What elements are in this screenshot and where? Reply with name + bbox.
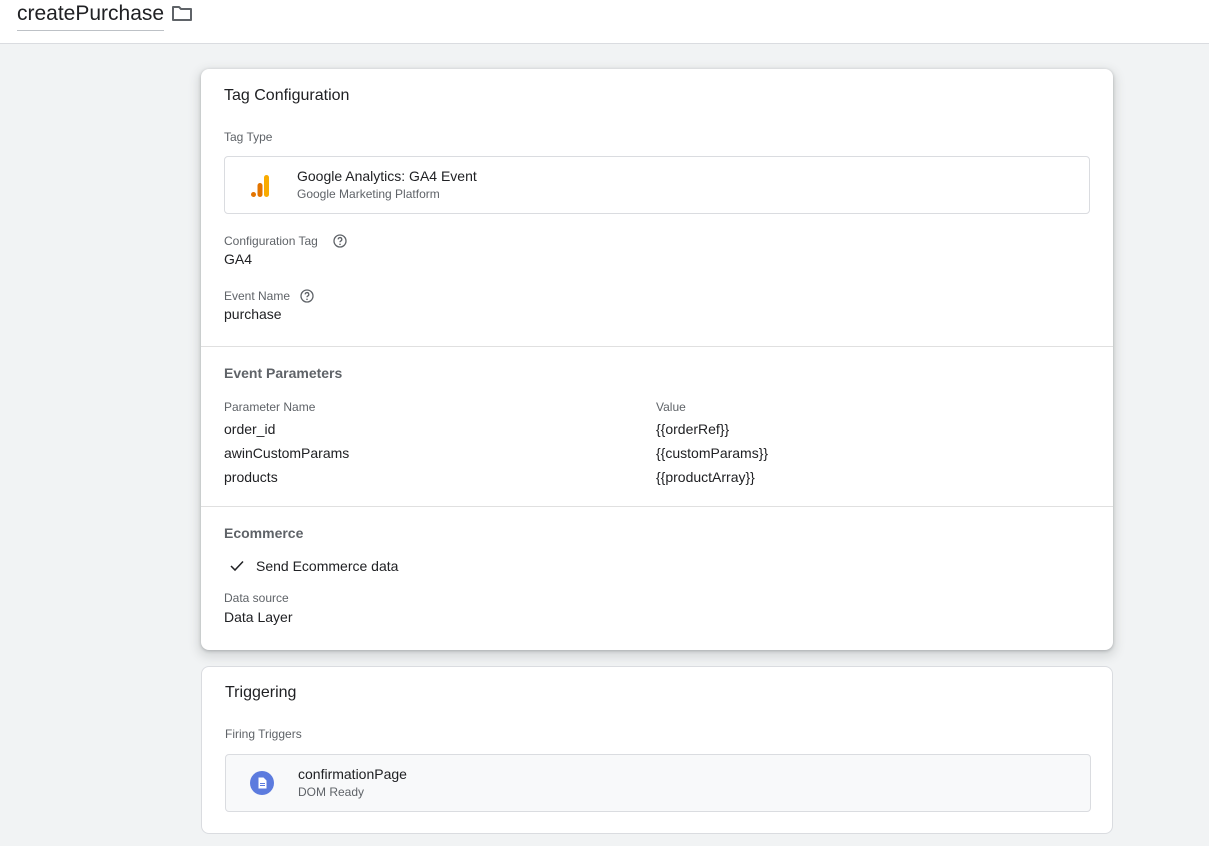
parameter-name: order_id bbox=[224, 421, 276, 437]
page-document-icon bbox=[250, 771, 274, 795]
parameter-name: awinCustomParams bbox=[224, 445, 350, 461]
divider bbox=[201, 346, 1113, 347]
trigger-type: DOM Ready bbox=[298, 785, 365, 799]
top-bar: createPurchase bbox=[0, 0, 1209, 44]
parameter-name: products bbox=[224, 469, 278, 485]
card-title: Tag Configuration bbox=[224, 87, 350, 104]
parameter-name-header: Parameter Name bbox=[224, 400, 316, 414]
tag-name-field[interactable]: createPurchase bbox=[17, 2, 165, 31]
google-analytics-icon bbox=[251, 175, 269, 197]
configuration-tag-label: Configuration Tag bbox=[224, 234, 318, 248]
parameter-value: {{orderRef}} bbox=[656, 421, 730, 437]
parameter-value: {{productArray}} bbox=[656, 469, 755, 485]
divider bbox=[201, 506, 1113, 507]
help-icon[interactable] bbox=[300, 289, 314, 303]
help-icon[interactable] bbox=[333, 234, 347, 248]
card-title: Triggering bbox=[225, 684, 297, 701]
folder-icon[interactable] bbox=[171, 4, 193, 22]
trigger-name: confirmationPage bbox=[298, 766, 407, 782]
trigger-item[interactable]: confirmationPage DOM Ready bbox=[225, 754, 1091, 812]
configuration-tag-value: GA4 bbox=[224, 251, 253, 267]
data-source-value: Data Layer bbox=[224, 609, 293, 625]
ecommerce-title: Ecommerce bbox=[224, 525, 304, 541]
check-icon bbox=[230, 560, 244, 572]
firing-triggers-label: Firing Triggers bbox=[225, 727, 302, 741]
data-source-label: Data source bbox=[224, 591, 289, 605]
event-name-label: Event Name bbox=[224, 289, 291, 303]
parameter-value: {{customParams}} bbox=[656, 445, 769, 461]
tag-type-name: Google Analytics: GA4 Event bbox=[297, 168, 477, 184]
event-parameters-title: Event Parameters bbox=[224, 365, 343, 381]
tag-type-label: Tag Type bbox=[224, 130, 273, 144]
send-ecommerce-data: Send Ecommerce data bbox=[256, 558, 399, 574]
tag-type-selector[interactable]: Google Analytics: GA4 Event Google Marke… bbox=[224, 156, 1090, 214]
parameter-value-header: Value bbox=[656, 400, 686, 414]
tag-type-provider: Google Marketing Platform bbox=[297, 187, 440, 201]
triggering-card[interactable]: Triggering Firing Triggers confirmationP… bbox=[201, 666, 1113, 834]
tag-configuration-card[interactable]: Tag Configuration Tag Type Google Analyt… bbox=[201, 69, 1113, 650]
event-name-value: purchase bbox=[224, 306, 282, 322]
